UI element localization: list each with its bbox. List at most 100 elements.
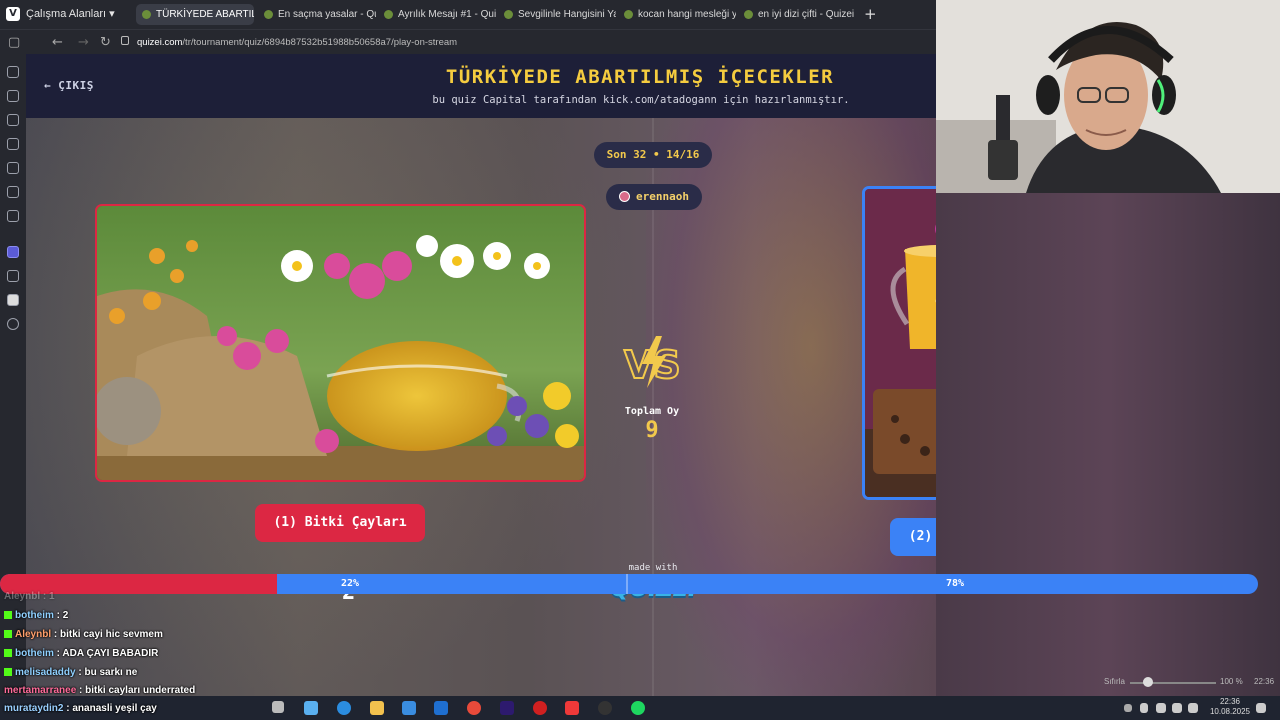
quizei-favicon-icon — [264, 10, 273, 19]
windows-taskbar: 22:36 10.08.2025 — [0, 696, 1280, 720]
kick-badge-icon — [4, 630, 12, 638]
opera-icon[interactable] — [533, 701, 547, 715]
chat-text: ananasli yeşil çay — [72, 703, 157, 714]
chat-message: botheim : ADA ÇAYI BABADIR — [4, 648, 158, 659]
versus-icon: VS — [623, 336, 682, 388]
stream-background-right — [936, 193, 1280, 696]
tab-sevgilinle-hangisini[interactable]: Sevgilinle Hangisini Yapmaz — [498, 4, 616, 25]
zoom-reset-button[interactable]: Sıfırla — [1104, 677, 1125, 686]
notification-icon[interactable] — [1256, 703, 1266, 713]
back-arrow-icon[interactable]: ← — [52, 35, 63, 50]
choice-1-percent: 22% — [341, 578, 360, 589]
chat-text: bitki cayları underrated — [85, 685, 196, 696]
tab-en-iyi-dizi-cifti[interactable]: en iyi dizi çifti - Quizei — [738, 4, 856, 25]
chat-username: botheim — [15, 648, 54, 659]
spotify-icon[interactable] — [631, 701, 645, 715]
chat-message-faded: Aleynbl : 1 — [4, 591, 55, 602]
quizei-favicon-icon — [624, 10, 633, 19]
user-badge: erennaoh — [606, 184, 702, 210]
tab-label: TÜRKİYEDE ABARTILMIŞ İÇ — [156, 9, 254, 20]
total-votes-label: Toplam Oy — [624, 406, 680, 417]
vivaldi-logo-icon[interactable]: V — [6, 7, 20, 21]
zoom-slider-handle[interactable] — [1143, 677, 1153, 687]
tab-label: En saçma yasalar - Quizei — [278, 9, 376, 20]
vivaldi-taskbar-icon[interactable] — [565, 701, 579, 715]
chat-text: bitki cayi hic sevmem — [60, 629, 163, 640]
streamer-webcam-illustration — [936, 0, 1280, 193]
history-icon[interactable] — [7, 114, 19, 126]
choice-2-percent: 78% — [946, 578, 965, 589]
microphone-icon[interactable] — [1140, 703, 1148, 713]
quiz-subtitle: bu quiz Capital tarafından kick.com/atad… — [432, 94, 850, 106]
choice-1-image[interactable] — [95, 204, 586, 482]
bar-center-marker — [626, 574, 628, 594]
tab-en-sacma-yasalar[interactable]: En saçma yasalar - Quizei — [258, 4, 376, 25]
clock-date: 10.08.2025 — [1209, 707, 1250, 716]
wikipedia-icon[interactable] — [7, 294, 19, 306]
premiere-icon[interactable] — [500, 701, 514, 715]
quiz-header: ← ÇIKIŞ TÜRKİYEDE ABARTILMIŞ İÇECEKLER b… — [26, 54, 936, 118]
notes-icon[interactable] — [7, 138, 19, 150]
choice-1-button[interactable]: (1) Bitki Çayları — [255, 504, 425, 542]
outlook-icon[interactable] — [434, 701, 448, 715]
tray-chevron-icon[interactable] — [1124, 704, 1132, 712]
choice-2-image[interactable] — [862, 186, 936, 500]
choice-2-button[interactable]: (2) Golden Milk — [890, 518, 936, 556]
copilot-icon[interactable] — [304, 701, 318, 715]
chrome-icon[interactable] — [467, 701, 481, 715]
bookmarks-icon[interactable] — [7, 66, 19, 78]
store-icon[interactable] — [402, 701, 416, 715]
tab-kocan-hangi-meslegi[interactable]: kocan hangi mesleği yapsın — [618, 4, 736, 25]
user-avatar-icon — [619, 191, 630, 202]
new-tab-plus-icon[interactable]: + — [864, 5, 877, 23]
downloads-icon[interactable] — [7, 90, 19, 102]
reading-list-icon[interactable] — [7, 210, 19, 222]
panel-toggle-icon[interactable]: ▢ — [8, 35, 20, 50]
url-field[interactable]: quizei.com/tr/tournament/quiz/6894b87532… — [137, 37, 457, 48]
browser-status-bar: Sıfırla 100 % 22:36 — [1030, 673, 1280, 693]
chat-username: melisadaddy — [15, 667, 76, 678]
tab-quiz-active[interactable]: TÜRKİYEDE ABARTILMIŞ İÇ — [136, 4, 254, 25]
add-panel-icon[interactable] — [7, 318, 19, 330]
chat-text: 2 — [62, 610, 69, 621]
chat-username: mertamarranee — [4, 685, 77, 696]
obs-icon[interactable] — [598, 701, 612, 715]
chat-username: murataydin2 — [4, 703, 64, 714]
url-path: /tr/tournament/quiz/6894b87532b51988b506… — [182, 37, 458, 48]
workspace-label: Çalışma Alanları — [26, 8, 107, 20]
chat-message: melisadaddy : bu sarkı ne — [4, 667, 137, 678]
quizei-favicon-icon — [384, 10, 393, 19]
url-domain: quizei.com — [137, 37, 183, 48]
chat-username: botheim — [15, 610, 54, 621]
tray-app-icon[interactable] — [1172, 703, 1182, 713]
quizei-favicon-icon — [744, 10, 753, 19]
quizei-favicon-icon — [142, 10, 151, 19]
edge-icon[interactable] — [337, 701, 351, 715]
tab-label: Ayrılık Mesajı #1 - Quizei — [398, 9, 496, 20]
translate-icon[interactable] — [7, 162, 19, 174]
forward-arrow-icon[interactable]: → — [78, 35, 89, 50]
file-explorer-icon[interactable] — [370, 701, 384, 715]
username: erennaoh — [636, 190, 689, 203]
mastodon-icon[interactable] — [7, 246, 19, 258]
tab-ayrilik-mesaji[interactable]: Ayrılık Mesajı #1 - Quizei — [378, 4, 496, 25]
volume-icon[interactable] — [1188, 703, 1198, 713]
reload-icon[interactable]: ↻ — [100, 35, 111, 50]
workspace-menu[interactable]: Çalışma Alanları ▾ — [26, 7, 115, 20]
tab-label: en iyi dizi çifti - Quizei — [758, 9, 855, 20]
chat-message: murataydin2 : ananasli yeşil çay — [4, 703, 157, 714]
network-icon[interactable] — [1156, 703, 1166, 713]
golden-milk-illustration — [865, 189, 936, 497]
vote-progress-bar: 22% 78% — [0, 574, 1258, 594]
clock[interactable]: 22:36 10.08.2025 — [1210, 697, 1250, 717]
clock-time: 22:36 — [1219, 697, 1240, 706]
task-view-icon[interactable] — [272, 701, 284, 713]
quiz-title: TÜRKİYEDE ABARTILMIŞ İÇECEKLER — [445, 66, 835, 88]
chat-message: botheim : 2 — [4, 610, 68, 621]
window-panel-icon[interactable] — [7, 186, 19, 198]
chat-text: ADA ÇAYI BABADIR — [62, 648, 159, 659]
exit-button[interactable]: ← ÇIKIŞ — [44, 79, 94, 92]
made-with-label: made with — [628, 563, 678, 573]
zoom-value: 100 % — [1220, 677, 1243, 686]
web-panel-icon[interactable] — [7, 270, 19, 282]
